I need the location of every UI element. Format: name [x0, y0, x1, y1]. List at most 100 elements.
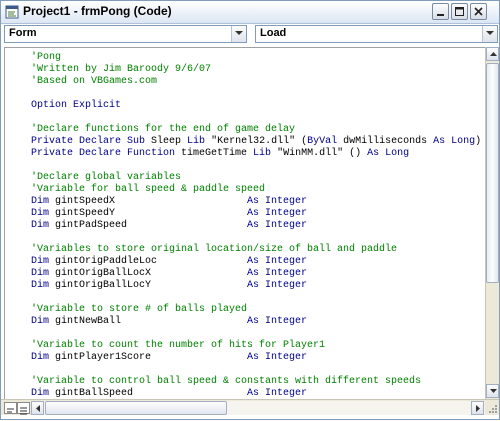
- code-line[interactable]: Dim gintNewBall As Integer: [31, 316, 307, 328]
- code-line[interactable]: Dim gintOrigBallLocX As Integer: [31, 268, 307, 280]
- resize-grip-icon[interactable]: [485, 402, 499, 416]
- code-line[interactable]: Dim gintOrigPaddleLoc As Integer: [31, 256, 307, 268]
- scroll-up-button[interactable]: [486, 47, 499, 61]
- code-keyword: As Integer: [247, 208, 308, 219]
- code-keyword: As Integer: [247, 352, 308, 363]
- code-keyword: Private Declare Sub: [31, 136, 152, 147]
- code-keyword: Option Explicit: [31, 100, 122, 111]
- code-line[interactable]: Dim gintOrigBallLocY As Integer: [31, 280, 307, 292]
- procedure-dropdown-button[interactable]: [482, 26, 497, 42]
- scroll-down-button[interactable]: [486, 384, 499, 398]
- code-keyword: Lib: [253, 148, 278, 159]
- code-line[interactable]: 'Written by Jim Baroody 9/6/07: [31, 64, 211, 76]
- vertical-scroll-thumb[interactable]: [486, 63, 499, 283]
- horizontal-scroll-thumb[interactable]: [45, 401, 227, 415]
- code-keyword: Dim: [31, 388, 56, 399]
- code-window: Project1 - frmPong (Code) Form Load 'Pon…: [0, 0, 500, 420]
- code-line[interactable]: Dim gintSpeedY As Integer: [31, 208, 307, 220]
- code-keyword: Dim: [31, 316, 56, 327]
- code-keyword: As Long: [433, 136, 476, 147]
- code-keyword: Dim: [31, 268, 56, 279]
- close-icon: [474, 7, 483, 16]
- procedure-dropdown[interactable]: Load: [255, 25, 498, 43]
- code-text: ): [475, 136, 482, 147]
- code-keyword: Dim: [31, 196, 56, 207]
- code-text: gintBallSpeed: [55, 388, 248, 399]
- code-comment: 'Written by Jim Baroody 9/6/07: [31, 64, 212, 75]
- code-line[interactable]: Dim gintSpeedX As Integer: [31, 196, 307, 208]
- code-comment: 'Variable for ball speed & paddle speed: [31, 184, 266, 195]
- chevron-down-icon: [486, 31, 494, 35]
- code-line[interactable]: Private Declare Sub Sleep Lib "Kernel32.…: [31, 136, 481, 148]
- code-text: gintNewBall: [55, 316, 248, 327]
- vertical-scrollbar[interactable]: [485, 47, 499, 399]
- arrow-left-icon: [36, 405, 40, 412]
- code-comment: 'Pong: [31, 52, 62, 63]
- code-text: timeGetTime: [181, 148, 254, 159]
- arrow-right-icon: [476, 405, 480, 412]
- code-keyword: As Integer: [247, 268, 308, 279]
- chevron-down-icon: [235, 31, 243, 35]
- code-comment: 'Variable to store # of balls played: [31, 304, 248, 315]
- code-keyword: As Integer: [247, 196, 308, 207]
- arrow-up-icon: [490, 52, 497, 56]
- object-dropdown-button[interactable]: [231, 26, 246, 42]
- code-keyword: Dim: [31, 280, 56, 291]
- object-dropdown-value: Form: [9, 27, 37, 39]
- scroll-right-button[interactable]: [471, 401, 484, 415]
- code-text: Sleep: [151, 136, 188, 147]
- code-comment: 'Declare functions for the end of game d…: [31, 124, 296, 135]
- code-text: gintSpeedX: [55, 196, 248, 207]
- minimize-icon: [437, 14, 444, 16]
- code-text: gintPadSpeed: [55, 220, 248, 231]
- code-keyword: As Integer: [247, 220, 308, 231]
- code-line[interactable]: 'Based on VBGames.com: [31, 76, 157, 88]
- code-text: gintOrigBallLocY: [55, 280, 248, 291]
- code-text: gintPlayer1Score: [55, 352, 248, 363]
- code-comment: 'Based on VBGames.com: [31, 76, 158, 87]
- procedure-view-button[interactable]: [4, 402, 17, 414]
- code-text: "WinMM.dll" (): [277, 148, 368, 159]
- code-keyword: Private Declare Function: [31, 148, 182, 159]
- horizontal-scrollbar[interactable]: [31, 401, 485, 415]
- code-line[interactable]: 'Pong: [31, 52, 61, 64]
- code-comment: 'Variable to control ball speed & consta…: [31, 376, 422, 387]
- code-comment: 'Variables to store original location/si…: [31, 244, 398, 255]
- code-line[interactable]: Option Explicit: [31, 100, 121, 112]
- code-keyword: As Integer: [247, 280, 308, 291]
- code-comment: 'Variable to count the number of hits fo…: [31, 340, 326, 351]
- code-line[interactable]: 'Declare functions for the end of game d…: [31, 124, 295, 136]
- code-keyword: Dim: [31, 256, 56, 267]
- code-keyword: As Integer: [247, 388, 308, 399]
- code-line[interactable]: 'Variable for ball speed & paddle speed: [31, 184, 265, 196]
- vb-code-window-icon[interactable]: [5, 5, 19, 19]
- title-bar[interactable]: Project1 - frmPong (Code): [1, 1, 499, 24]
- maximize-icon: [455, 7, 464, 16]
- code-line[interactable]: 'Variable to control ball speed & consta…: [31, 376, 421, 388]
- code-editor[interactable]: 'Pong 'Written by Jim Baroody 9/6/07 'Base…: [4, 47, 485, 400]
- code-line[interactable]: 'Variable to count the number of hits fo…: [31, 340, 325, 352]
- code-line[interactable]: 'Variables to store original location/si…: [31, 244, 397, 256]
- full-module-view-button[interactable]: [17, 402, 30, 415]
- window-title: Project1 - frmPong (Code): [23, 4, 172, 18]
- bottom-bar: [1, 399, 499, 415]
- code-line[interactable]: 'Declare global variables: [31, 172, 181, 184]
- code-keyword: As Integer: [247, 256, 308, 267]
- scroll-left-button[interactable]: [31, 401, 44, 415]
- code-text: gintSpeedY: [55, 208, 248, 219]
- code-keyword: Dim: [31, 352, 56, 363]
- minimize-button[interactable]: [432, 3, 449, 20]
- code-line[interactable]: Private Declare Function timeGetTime Lib…: [31, 148, 409, 160]
- full-module-view-icon: [20, 407, 27, 415]
- code-text: dwMilliseconds: [343, 136, 434, 147]
- procedure-view-icon: [7, 408, 14, 413]
- code-line[interactable]: 'Variable to store # of balls played: [31, 304, 247, 316]
- procedure-dropdown-value: Load: [260, 27, 287, 39]
- object-dropdown[interactable]: Form: [4, 25, 247, 43]
- code-line[interactable]: Dim gintPadSpeed As Integer: [31, 220, 307, 232]
- close-button[interactable]: [470, 3, 487, 20]
- code-keyword: As Long: [367, 148, 410, 159]
- code-line[interactable]: Dim gintPlayer1Score As Integer: [31, 352, 307, 364]
- maximize-button[interactable]: [451, 3, 468, 20]
- code-comment: 'Declare global variables: [31, 172, 182, 183]
